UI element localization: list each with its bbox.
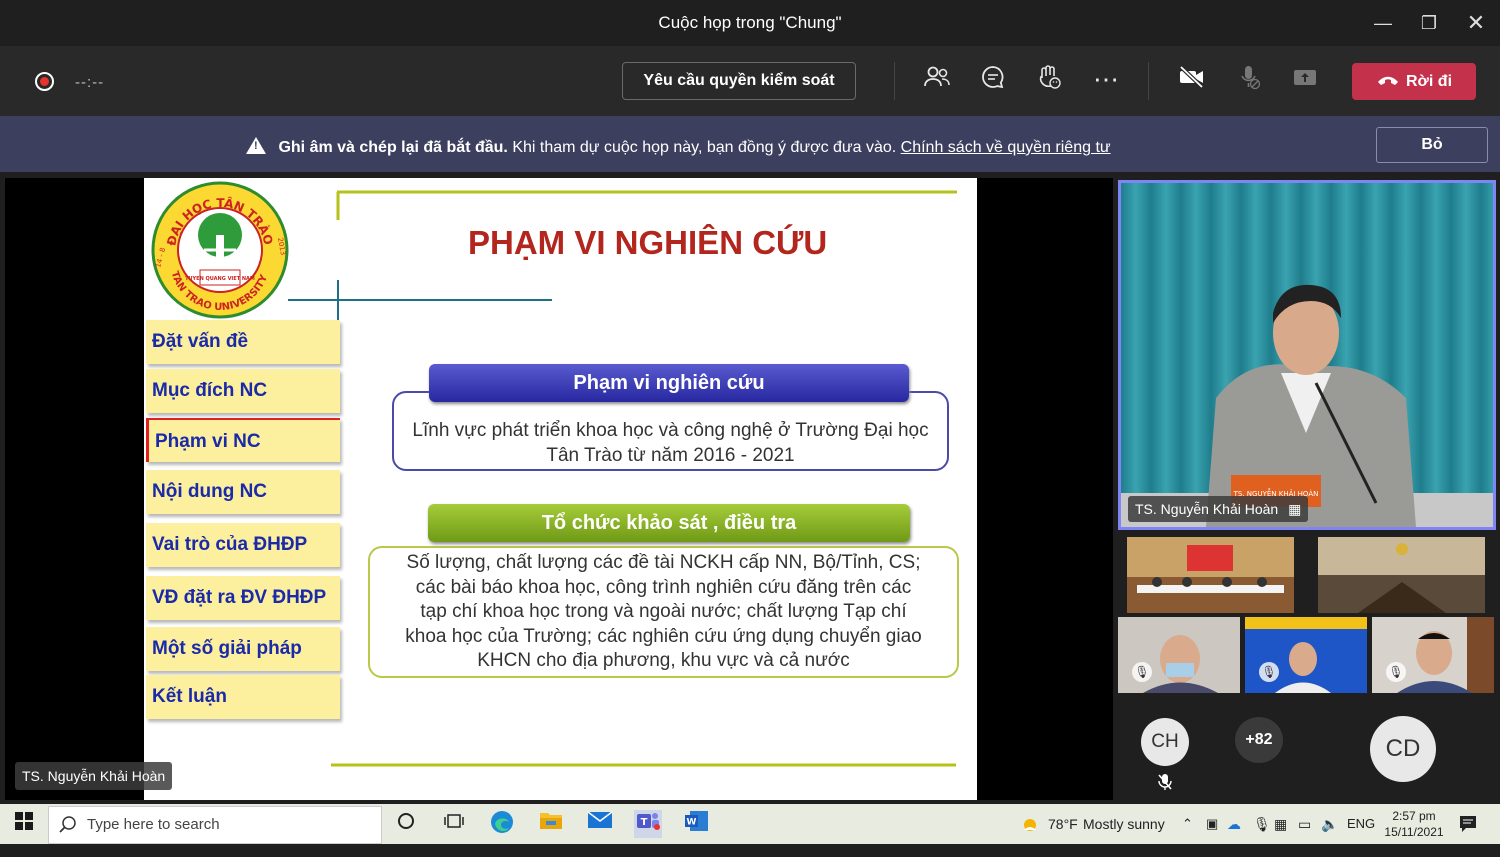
svg-text:TUYEN QUANG VIET NAM: TUYEN QUANG VIET NAM xyxy=(185,276,255,282)
banner-bold-text: Ghi âm và chép lại đã bắt đầu. xyxy=(278,139,508,156)
task-view-icon[interactable] xyxy=(440,810,468,838)
toolbar-divider xyxy=(1148,62,1149,100)
main-video-tile[interactable]: TS. NGUYỄN KHẢI HOÀN TS. Nguyễn Khải Hoà… xyxy=(1118,180,1496,530)
onedrive-icon[interactable]: ☁ xyxy=(1227,816,1241,833)
banner-message: Ghi âm và chép lại đã bắt đầu. Khi tham … xyxy=(246,135,1111,157)
video-thumb-participant-3[interactable]: 🎙 xyxy=(1372,617,1494,693)
scope-header: Phạm vi nghiên cứu xyxy=(429,364,909,402)
edge-icon[interactable] xyxy=(488,810,516,838)
main-video-name: TS. Nguyễn Khải Hoàn xyxy=(1135,501,1279,517)
muted-mic-icon xyxy=(1157,773,1173,794)
survey-box: Số lượng, chất lượng các đề tài NCKH cấp… xyxy=(368,546,959,678)
privacy-policy-link[interactable]: Chính sách về quyền riêng tư xyxy=(901,139,1111,156)
mail-icon[interactable] xyxy=(586,810,614,838)
svg-text:W: W xyxy=(687,818,697,828)
weather-text[interactable]: Mostly sunny xyxy=(1083,816,1165,832)
close-icon[interactable]: ✕ xyxy=(1461,8,1491,38)
leave-label: Rời đi xyxy=(1405,73,1453,90)
chevron-up-icon[interactable]: ⌃ xyxy=(1182,816,1193,832)
slide-menu-item: Một số giải pháp xyxy=(146,627,340,671)
slide-menu-item-active: Phạm vi NC xyxy=(146,418,340,462)
request-control-button[interactable]: Yêu cầu quyền kiểm soát xyxy=(622,62,856,100)
reactions-icon[interactable] xyxy=(1031,64,1067,100)
university-logo: ĐẠI HỌC TÂN TRÀO TAN TRAO UNIVERSITY 14 … xyxy=(150,180,290,320)
participant-avatar-cd[interactable]: CD xyxy=(1370,716,1436,782)
mic-icon: 🎙 xyxy=(1259,662,1279,682)
search-icon xyxy=(59,807,77,857)
chat-icon[interactable] xyxy=(975,64,1011,100)
restore-icon[interactable]: ❐ xyxy=(1414,8,1444,38)
leave-button[interactable]: Rời đi xyxy=(1352,63,1476,100)
microphone-icon[interactable]: 🎙 xyxy=(1253,816,1271,833)
clock-date: 15/11/2021 xyxy=(1384,825,1444,839)
weather-temp[interactable]: 78°F xyxy=(1048,816,1078,832)
main-video-name-tag: TS. Nguyễn Khải Hoàn ▦ xyxy=(1128,496,1309,522)
video-thumb-participant-1[interactable]: 🎙 xyxy=(1118,617,1240,693)
video-thumb-participant-2[interactable]: 🎙 xyxy=(1245,617,1367,693)
hang-up-icon xyxy=(1376,63,1400,100)
survey-header: Tổ chức khảo sát , điều tra xyxy=(428,504,910,542)
slide-menu-item: VĐ đặt ra ĐV ĐHĐP xyxy=(146,576,340,620)
teams-icon[interactable]: T xyxy=(634,810,662,838)
video-thumb-conference-room-2[interactable] xyxy=(1318,537,1485,613)
clock-time: 2:57 pm xyxy=(1392,809,1436,823)
file-explorer-icon[interactable] xyxy=(537,810,565,838)
volume-icon[interactable]: 🔈 xyxy=(1321,816,1338,833)
recording-banner: Ghi âm và chép lại đã bắt đầu. Khi tham … xyxy=(0,116,1500,172)
scope-text: Lĩnh vực phát triển khoa học và công ngh… xyxy=(412,420,929,466)
word-icon[interactable]: W xyxy=(683,810,711,838)
meet-now-icon[interactable]: ▣ xyxy=(1206,816,1218,832)
windows-start-icon[interactable] xyxy=(10,810,38,838)
cortana-icon[interactable] xyxy=(392,810,420,838)
notifications-icon[interactable] xyxy=(1458,814,1478,837)
toolbar-divider xyxy=(894,62,895,100)
taskbar-search-input[interactable]: Type here to search xyxy=(48,806,382,844)
more-participants-count[interactable]: +82 xyxy=(1235,717,1283,763)
scope-box: Lĩnh vực phát triển khoa học và công ngh… xyxy=(392,391,949,471)
video-thumb-conference-room-1[interactable] xyxy=(1127,537,1294,613)
participant-avatar-ch[interactable]: CH xyxy=(1141,718,1189,766)
dismiss-button[interactable]: Bỏ xyxy=(1376,127,1488,163)
camera-off-icon[interactable] xyxy=(1174,64,1210,100)
slide-menu-item: Vai trò của ĐHĐP xyxy=(146,523,340,567)
slide-menu-item: Mục đích NC xyxy=(146,369,340,413)
battery-icon[interactable]: ▭ xyxy=(1298,816,1311,833)
title-bar: Cuộc họp trong "Chung" — ❐ ✕ xyxy=(0,0,1500,46)
network-icon[interactable]: ▦ xyxy=(1274,816,1287,833)
slide-menu-item: Đặt vấn đề xyxy=(146,320,340,364)
participants-icon[interactable] xyxy=(919,64,955,100)
weather-icon xyxy=(1020,816,1040,839)
presenter-name-tag: TS. Nguyễn Khải Hoàn xyxy=(15,762,173,790)
speaker-video: TS. NGUYỄN KHẢI HOÀN xyxy=(1121,183,1493,527)
slide-menu-item: Nội dung NC xyxy=(146,470,340,514)
share-icon[interactable] xyxy=(1287,64,1323,100)
slide-title: PHẠM VI NGHIÊN CỨU xyxy=(468,224,828,261)
warning-icon xyxy=(246,137,266,154)
clock[interactable]: 2:57 pm 15/11/2021 xyxy=(1383,808,1445,840)
minimize-icon[interactable]: — xyxy=(1368,8,1398,38)
language-indicator[interactable]: ENG xyxy=(1347,816,1375,831)
search-placeholder: Type here to search xyxy=(87,816,220,833)
svg-text:T: T xyxy=(641,817,648,828)
slide-menu-item: Kết luận xyxy=(146,675,340,719)
mic-icon: 🎙 xyxy=(1132,662,1152,682)
mic-off-icon[interactable] xyxy=(1231,64,1267,100)
mic-icon: 🎙 xyxy=(1386,662,1406,682)
screen-share-icon: ▦ xyxy=(1288,501,1302,517)
meeting-timer: --:-- xyxy=(75,74,105,91)
survey-text: Số lượng, chất lượng các đề tài NCKH cấp… xyxy=(405,552,922,671)
more-icon[interactable]: ⋯ xyxy=(1088,64,1124,100)
banner-text: Khi tham dự cuộc họp này, bạn đồng ý đượ… xyxy=(512,139,897,156)
recording-icon xyxy=(35,72,54,91)
window-title: Cuộc họp trong "Chung" xyxy=(658,13,842,32)
